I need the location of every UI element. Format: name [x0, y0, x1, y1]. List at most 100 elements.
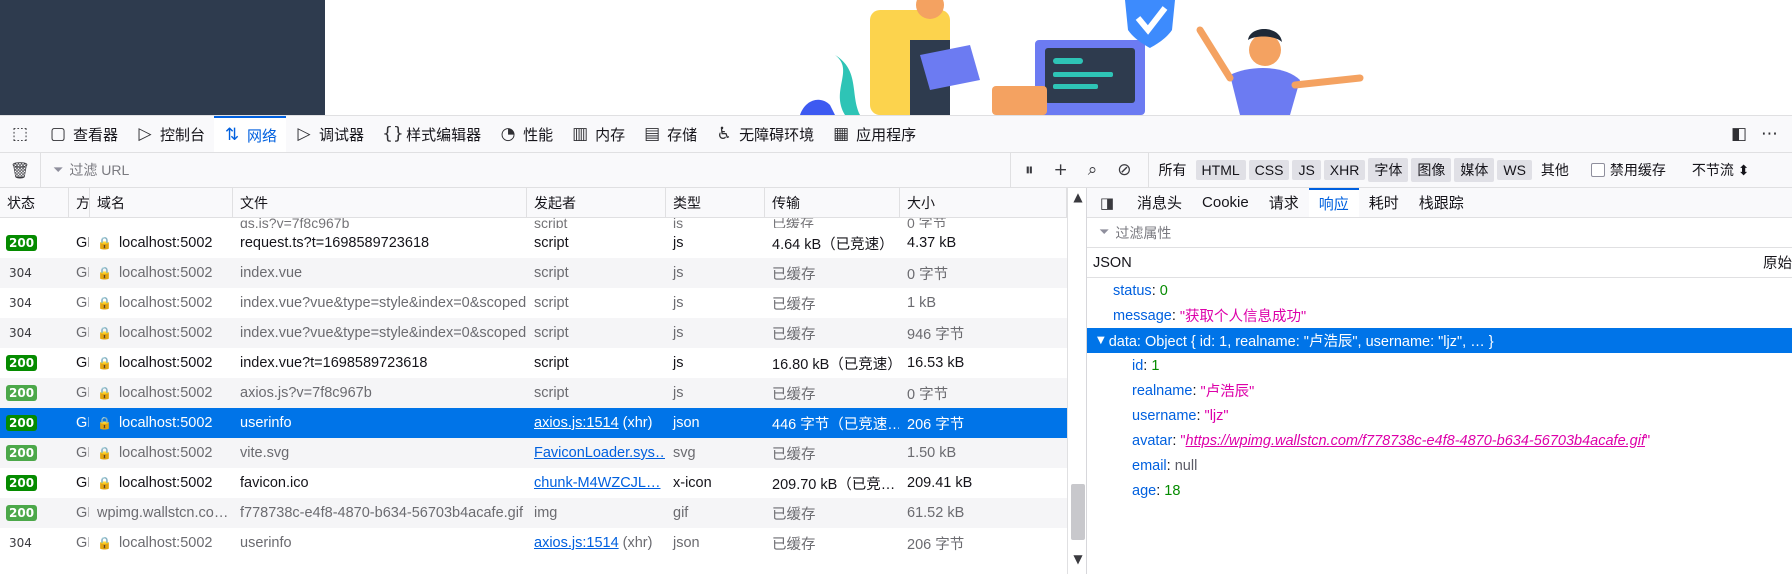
- initiator-link[interactable]: chunk-M4WZCJL…: [534, 475, 661, 491]
- accessibility-icon: ♿: [716, 124, 732, 144]
- json-row-status[interactable]: status: 0: [1087, 278, 1792, 303]
- table-row[interactable]: 304 GI 🔒 localhost:5002 index.vue?vue&typ…: [0, 318, 1067, 348]
- table-row-partial[interactable]: qs.js?v=7f8c967b script js 已缓存 0 字节: [0, 218, 1067, 228]
- lock-icon: 🔒: [97, 296, 112, 310]
- initiator-link[interactable]: axios.js:1514: [534, 535, 619, 551]
- disable-cache-checkbox[interactable]: [1590, 163, 1605, 177]
- storage-icon: ▤: [644, 124, 661, 144]
- col-initiator[interactable]: 发起者: [527, 188, 666, 217]
- element-picker-button[interactable]: ⬚: [0, 116, 40, 152]
- property-filter-input[interactable]: ⏷ 过滤属性: [1087, 218, 1792, 248]
- tab-application[interactable]: ▦ 应用程序: [823, 116, 925, 152]
- tab-cookies[interactable]: Cookie: [1192, 188, 1259, 217]
- tab-stack-trace[interactable]: 栈跟踪: [1409, 188, 1474, 217]
- table-row[interactable]: 304 GI 🔒 localhost:5002 index.vue script …: [0, 258, 1067, 288]
- clear-requests-button[interactable]: 🗑: [0, 161, 40, 180]
- request-list-scrollbar[interactable]: ▲ ▼: [1067, 188, 1086, 574]
- json-row-age[interactable]: age: 18: [1087, 478, 1792, 503]
- json-row-data[interactable]: ▼ data: Object { id: 1, realname: "卢浩辰",…: [1087, 328, 1792, 353]
- tab-debugger[interactable]: ▷ 调试器: [286, 116, 373, 152]
- filter-all[interactable]: 所有: [1153, 158, 1193, 182]
- json-row-realname[interactable]: realname: "卢浩辰": [1087, 378, 1792, 403]
- url-filter-input[interactable]: ⏷ 过滤 URL: [40, 153, 1010, 187]
- col-type[interactable]: 类型: [666, 188, 765, 217]
- table-row[interactable]: 200 GI 🔒 localhost:5002 favicon.ico chunk…: [0, 468, 1067, 498]
- filter-xhr[interactable]: XHR: [1323, 160, 1366, 180]
- toolbar-actions: ⏸ + ⌕ ⊘: [1010, 153, 1148, 187]
- lock-icon: 🔒: [97, 446, 112, 460]
- json-tree: status: 0 message: "获取个人信息成功" ▼ data: Ob…: [1087, 278, 1792, 503]
- filter-js[interactable]: JS: [1292, 160, 1321, 180]
- table-row[interactable]: 304 GI 🔒 localhost:5002 index.vue?vue&typ…: [0, 288, 1067, 318]
- tab-memory[interactable]: ▥ 内存: [562, 116, 634, 152]
- raw-toggle[interactable]: 原始: [1763, 252, 1792, 273]
- filter-images[interactable]: 图像: [1411, 158, 1452, 182]
- col-transferred[interactable]: 传输: [765, 188, 900, 217]
- tab-timings[interactable]: 耗时: [1359, 188, 1409, 217]
- table-row[interactable]: 200 GI wpimg.wallstcn.co… f778738c-e4f8-…: [0, 498, 1067, 528]
- scroll-up-icon[interactable]: ▲: [1068, 190, 1086, 204]
- table-row[interactable]: 200 GI 🔒 localhost:5002 axios.js?v=7f8c96…: [0, 378, 1067, 408]
- scroll-down-icon[interactable]: ▼: [1068, 552, 1086, 566]
- type-filter-group: 所有 HTML CSS JS XHR 字体 图像 媒体 WS 其他: [1147, 153, 1575, 187]
- col-status[interactable]: 状态: [0, 188, 69, 217]
- table-row[interactable]: 304 GI 🔒 localhost:5002 userinfo axios.js…: [0, 528, 1067, 558]
- expand-toggle-icon[interactable]: ▼: [1097, 335, 1105, 346]
- json-row-username[interactable]: username: "ljz": [1087, 403, 1792, 428]
- json-row-avatar[interactable]: avatar: " https://wpimg.wallstcn.com/f778…: [1087, 428, 1792, 453]
- col-domain[interactable]: 域名: [90, 188, 233, 217]
- filter-media[interactable]: 媒体: [1454, 158, 1495, 182]
- tab-request[interactable]: 请求: [1259, 188, 1309, 217]
- memory-icon: ▥: [572, 124, 589, 144]
- initiator-link[interactable]: axios.js:1514: [534, 415, 619, 431]
- tab-performance[interactable]: ◔ 性能: [490, 116, 562, 152]
- inspector-icon: ▢: [49, 124, 67, 144]
- tab-headers[interactable]: 消息头: [1127, 188, 1192, 217]
- scrollbar-thumb[interactable]: [1071, 484, 1085, 540]
- filter-ws[interactable]: WS: [1497, 160, 1532, 180]
- pause-icon[interactable]: ⏸: [1025, 160, 1034, 180]
- lock-icon: 🔒: [97, 536, 112, 550]
- network-toolbar: 🗑 ⏷ 过滤 URL ⏸ + ⌕ ⊘ 所有 HTML CSS JS XHR 字体…: [0, 153, 1792, 188]
- tab-style-editor[interactable]: {} 样式编辑器: [373, 116, 490, 152]
- disable-cache-toggle[interactable]: 禁用缓存: [1590, 160, 1666, 180]
- tab-storage[interactable]: ▤ 存储: [634, 116, 706, 152]
- filter-html[interactable]: HTML: [1195, 160, 1246, 180]
- table-row[interactable]: 200 GI 🔒 localhost:5002 index.vue?t=16985…: [0, 348, 1067, 378]
- filter-other[interactable]: 其他: [1535, 158, 1575, 182]
- col-file[interactable]: 文件: [233, 188, 527, 217]
- json-row-message[interactable]: message: "获取个人信息成功": [1087, 303, 1792, 328]
- search-icon[interactable]: ⌕: [1088, 160, 1098, 180]
- json-row-email[interactable]: email: null: [1087, 453, 1792, 478]
- throttle-select[interactable]: 不节流 ⬍: [1692, 160, 1750, 180]
- url-filter-placeholder: 过滤 URL: [69, 162, 130, 178]
- tab-response[interactable]: 响应: [1308, 188, 1359, 217]
- lock-icon: 🔒: [97, 326, 112, 340]
- lock-icon: 🔒: [97, 236, 112, 250]
- status-badge: 200: [6, 385, 38, 401]
- dock-side-icon[interactable]: ◧: [1731, 124, 1747, 144]
- table-row-selected[interactable]: 200 GI 🔒 localhost:5002 userinfo axios.js…: [0, 408, 1067, 438]
- avatar-url-link[interactable]: https://wpimg.wallstcn.com/f778738c-e4f8…: [1186, 433, 1645, 449]
- tab-console[interactable]: ▷ 控制台: [127, 116, 214, 152]
- more-menu-icon[interactable]: ⋯: [1761, 124, 1778, 144]
- status-badge: 304: [9, 536, 32, 550]
- col-method[interactable]: 方: [69, 188, 90, 217]
- col-size[interactable]: 大小: [900, 188, 1067, 217]
- filter-fonts[interactable]: 字体: [1368, 158, 1409, 182]
- tab-network[interactable]: ⇅ 网络: [214, 116, 287, 152]
- status-badge: 200: [6, 235, 38, 251]
- table-row[interactable]: 200 GI 🔒 localhost:5002 vite.svg FaviconL…: [0, 438, 1067, 468]
- toggle-sidebar-button[interactable]: ◨: [1087, 188, 1127, 217]
- tab-accessibility[interactable]: ♿ 无障碍环境: [706, 116, 823, 152]
- table-row[interactable]: 200 GI 🔒 localhost:5002 request.ts?t=1698…: [0, 228, 1067, 258]
- status-badge: 304: [9, 296, 32, 310]
- add-icon[interactable]: +: [1054, 160, 1068, 180]
- block-icon[interactable]: ⊘: [1117, 160, 1131, 180]
- filter-css[interactable]: CSS: [1248, 160, 1290, 180]
- json-row-id[interactable]: id: 1: [1087, 353, 1792, 378]
- status-badge: 200: [6, 475, 38, 491]
- tab-inspector[interactable]: ▢ 查看器: [40, 116, 127, 152]
- devtools-toolbox-tabs: ⬚ ▢ 查看器 ▷ 控制台 ⇅ 网络 ▷ 调试器 {} 样式编辑器 ◔ 性能 ▥ 内存 ▤ 存储…: [0, 115, 1792, 153]
- initiator-link[interactable]: FaviconLoader.sys…: [534, 445, 665, 461]
